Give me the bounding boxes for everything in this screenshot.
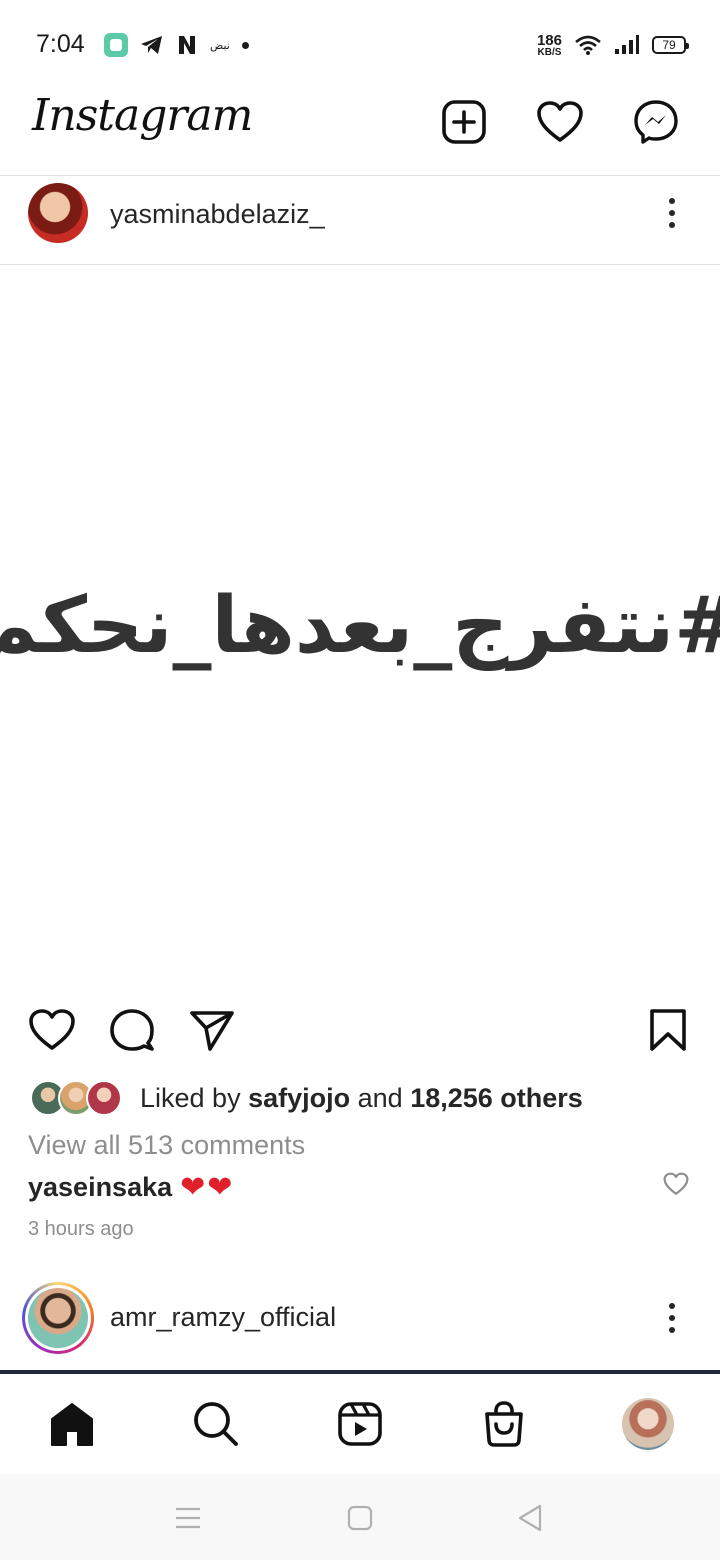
nav-reels[interactable] bbox=[332, 1396, 388, 1452]
post-header: yasminabdelaziz_ bbox=[0, 177, 720, 265]
activity-button[interactable] bbox=[534, 96, 586, 148]
wifi-icon bbox=[575, 35, 601, 55]
options-dot bbox=[669, 198, 675, 204]
send-icon bbox=[190, 1011, 234, 1051]
bottom-navigation bbox=[0, 1374, 720, 1474]
share-button[interactable] bbox=[186, 1004, 238, 1056]
reels-icon bbox=[338, 1402, 382, 1446]
post-actions bbox=[0, 1000, 720, 1060]
options-dot bbox=[669, 222, 675, 228]
nav-home[interactable] bbox=[44, 1396, 100, 1452]
telegram-icon bbox=[141, 36, 162, 54]
likes-prefix: Liked by bbox=[140, 1082, 241, 1113]
profile-avatar bbox=[622, 1398, 674, 1450]
next-author-avatar bbox=[28, 1288, 88, 1348]
square-icon bbox=[347, 1505, 373, 1531]
nav-search[interactable] bbox=[188, 1396, 244, 1452]
notification-text: نبض bbox=[210, 38, 230, 52]
like-button[interactable] bbox=[26, 1004, 78, 1056]
view-all-comments-link[interactable]: View all 513 comments bbox=[28, 1130, 305, 1161]
network-speed: 186 KB/S bbox=[537, 33, 562, 58]
add-post-icon bbox=[442, 100, 486, 144]
heart-icon bbox=[663, 1172, 689, 1195]
app-notification-icon bbox=[104, 33, 128, 57]
new-post-button[interactable] bbox=[438, 96, 490, 148]
options-dot bbox=[669, 1327, 675, 1333]
netflix-icon bbox=[179, 36, 195, 54]
messenger-icon bbox=[634, 100, 678, 144]
comment-preview: yaseinsaka ❤❤ bbox=[28, 1170, 234, 1205]
options-dot bbox=[669, 1303, 675, 1309]
app-header: Instagram bbox=[0, 88, 720, 176]
next-author-username[interactable]: amr_ramzy_official bbox=[110, 1302, 336, 1333]
signal-icon bbox=[615, 35, 639, 54]
messenger-button[interactable] bbox=[630, 96, 682, 148]
back-system-button[interactable] bbox=[508, 1496, 552, 1540]
status-notification-icons: نبض bbox=[104, 32, 249, 58]
recent-apps-button[interactable] bbox=[166, 1496, 210, 1540]
story-ring[interactable] bbox=[22, 1282, 94, 1354]
likes-text: Liked by safyjojo and 18,256 others bbox=[140, 1083, 583, 1114]
network-speed-unit: KB/S bbox=[537, 46, 562, 58]
post-author-username[interactable]: yasminabdelaziz_ bbox=[110, 199, 325, 230]
comment-like-button[interactable] bbox=[660, 1168, 692, 1200]
post-timestamp: 3 hours ago bbox=[28, 1218, 134, 1240]
bookmark-icon bbox=[650, 1009, 686, 1051]
shop-icon bbox=[485, 1401, 523, 1447]
post-media-text: #نتفرج_بعدها_نحكم bbox=[0, 581, 720, 671]
comment-button[interactable] bbox=[106, 1004, 158, 1056]
heart-icon bbox=[537, 101, 583, 142]
liker-username[interactable]: safyjojo bbox=[248, 1083, 350, 1113]
status-system-icons: 186 KB/S 79 bbox=[537, 30, 689, 60]
post-media[interactable]: #نتفرج_بعدها_نحكم bbox=[0, 266, 720, 986]
likes-summary[interactable]: Liked by safyjojo and 18,256 others bbox=[30, 1078, 583, 1118]
comment-username[interactable]: yaseinsaka bbox=[28, 1172, 172, 1203]
home-icon bbox=[51, 1403, 93, 1446]
comment-text: ❤❤ bbox=[180, 1171, 235, 1204]
likes-and: and bbox=[357, 1082, 403, 1113]
network-speed-value: 186 bbox=[536, 31, 562, 49]
liker-avatar bbox=[86, 1080, 122, 1116]
next-post-header: amr_ramzy_official bbox=[0, 1280, 720, 1370]
menu-lines-icon bbox=[176, 1507, 200, 1529]
nav-shop[interactable] bbox=[476, 1396, 532, 1452]
post-options-button[interactable] bbox=[652, 188, 692, 238]
heart-icon bbox=[29, 1009, 75, 1050]
system-navigation-bar bbox=[0, 1474, 720, 1560]
instagram-logo: Instagram bbox=[32, 90, 253, 141]
home-system-button[interactable] bbox=[338, 1496, 382, 1540]
more-notifications-dot bbox=[241, 41, 249, 49]
next-post-options-button[interactable] bbox=[652, 1293, 692, 1343]
post-author-avatar[interactable] bbox=[28, 183, 88, 243]
battery-indicator: 79 bbox=[652, 36, 689, 54]
back-triangle-icon bbox=[518, 1504, 542, 1532]
options-dot bbox=[669, 210, 675, 216]
save-button[interactable] bbox=[642, 1004, 694, 1056]
liker-avatars bbox=[30, 1078, 130, 1118]
status-time: 7:04 bbox=[36, 30, 85, 58]
status-bar: 7:04 نبض 186 KB/S 79 bbox=[0, 0, 720, 88]
options-dot bbox=[669, 1315, 675, 1321]
likes-count[interactable]: 18,256 others bbox=[410, 1083, 583, 1113]
comment-icon bbox=[110, 1009, 154, 1051]
nav-profile[interactable] bbox=[620, 1396, 676, 1452]
search-icon bbox=[194, 1402, 238, 1446]
